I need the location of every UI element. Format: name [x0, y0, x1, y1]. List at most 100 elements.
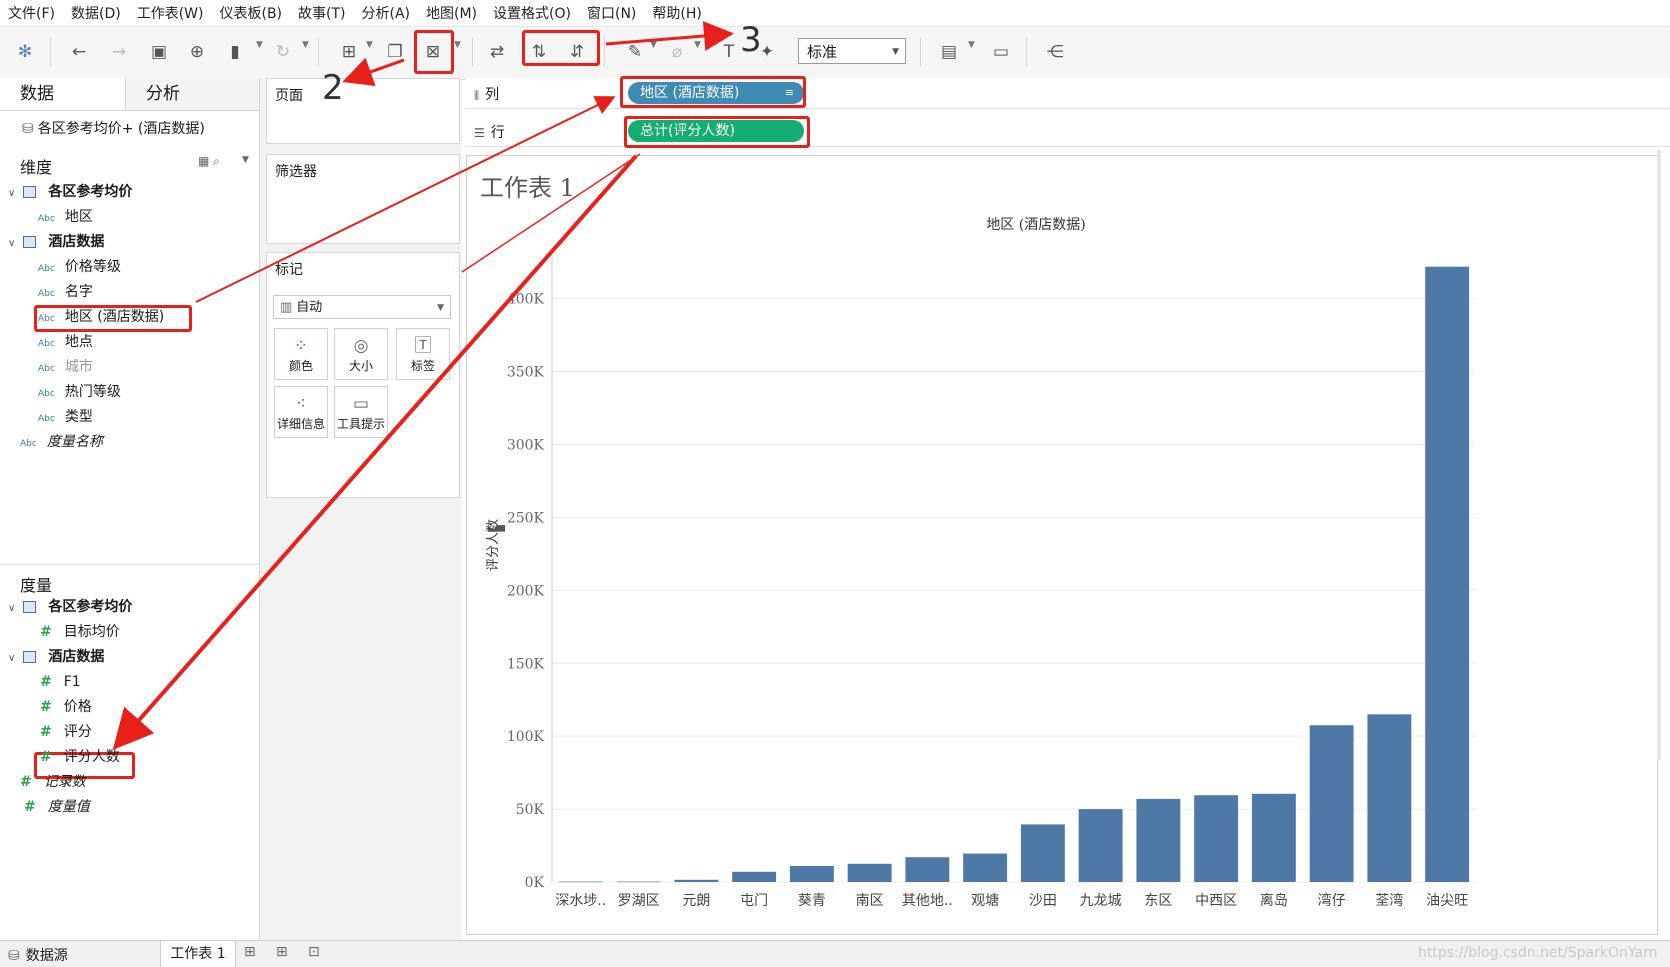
presentation-mode-icon[interactable]: ▭ [988, 39, 1014, 65]
show-labels-icon[interactable]: T [716, 39, 742, 65]
mea-group-2[interactable]: ∨ 酒店数据 [8, 645, 104, 669]
new-story-tab-icon[interactable]: ⊡ [308, 944, 320, 960]
x-tick-label[interactable]: 葵青 [798, 893, 826, 909]
menu-item-9[interactable]: 帮助(H) [644, 3, 709, 23]
save-icon[interactable]: ▣ [146, 39, 172, 65]
mea-field[interactable]: # 评分 [40, 720, 92, 744]
x-tick-label[interactable]: 离岛 [1260, 892, 1288, 909]
pause-updates-icon[interactable]: ▮ [222, 39, 248, 65]
bar[interactable] [789, 865, 834, 882]
mark-color-button[interactable]: ⁘ 颜色 [274, 328, 328, 380]
new-dashboard-tab-icon[interactable]: ⊞ [276, 944, 288, 960]
menu-item-1[interactable]: 数据(D) [63, 3, 129, 23]
x-tick-label[interactable]: 元朗 [682, 893, 710, 909]
bar[interactable] [616, 881, 661, 883]
x-tick-label[interactable]: 罗湖区 [618, 893, 660, 909]
bar[interactable] [1367, 714, 1412, 882]
dim-field[interactable]: Abc 地区 [38, 205, 93, 229]
pages-card[interactable]: 页面 [266, 78, 460, 144]
refresh-icon[interactable]: ↻ [270, 39, 296, 65]
x-tick-label[interactable]: 油尖旺 [1426, 893, 1468, 909]
bar[interactable] [1020, 824, 1065, 882]
bar[interactable] [1136, 798, 1181, 882]
mark-type-select[interactable]: ▥ 自动 ▼ [273, 295, 451, 319]
chart-title[interactable]: 地区 (酒店数据) [986, 217, 1085, 233]
bar[interactable] [1425, 266, 1470, 882]
bar[interactable] [732, 871, 777, 882]
dim-group-2[interactable]: ∨ 酒店数据 [8, 230, 104, 254]
mea-field[interactable]: # F1 [40, 670, 81, 694]
mea-field-values[interactable]: # 度量值 [24, 795, 90, 819]
bar[interactable] [847, 863, 892, 882]
mark-tooltip-button[interactable]: ▭ 工具提示 [334, 386, 388, 438]
vertical-scrollbar[interactable] [1657, 150, 1661, 760]
collapse-icon: ∨ [8, 603, 16, 614]
x-tick-label[interactable]: 深水埗.. [555, 893, 606, 909]
menu-item-5[interactable]: 分析(A) [354, 3, 419, 23]
x-tick-label[interactable]: 九龙城 [1080, 893, 1122, 909]
search-icon[interactable]: ▦ ⌕ [198, 154, 220, 169]
mea-field[interactable]: # 价格 [40, 695, 92, 719]
x-tick-label[interactable]: 南区 [856, 893, 884, 909]
mea-field[interactable]: # 目标均价 [40, 620, 120, 644]
dim-group-1[interactable]: ∨ 各区参考均价 [8, 180, 132, 204]
dim-field[interactable]: Abc 地区 (酒店数据) [38, 305, 164, 329]
bar[interactable] [1309, 725, 1354, 882]
tab-analysis[interactable]: 分析 [126, 78, 259, 110]
dim-field[interactable]: Abc 类型 [38, 405, 93, 429]
bar[interactable] [1251, 793, 1296, 882]
redo-icon[interactable]: → [106, 39, 132, 65]
dim-field[interactable]: Abc 热门等级 [38, 380, 121, 404]
new-worksheet-icon[interactable]: ⊞ [336, 39, 362, 65]
undo-icon[interactable]: ← [66, 39, 92, 65]
menu-item-2[interactable]: 工作表(W) [129, 3, 212, 23]
datasource-tab[interactable]: ⛁ 数据源 [8, 945, 68, 965]
dim-field[interactable]: Abc 地点 [38, 330, 93, 354]
new-worksheet-tab-icon[interactable]: ⊞ [244, 944, 256, 960]
dim-field[interactable]: Abc 价格等级 [38, 255, 121, 279]
tableau-logo-icon[interactable]: ✻ [12, 39, 38, 65]
chevron-down-icon[interactable]: ▼ [242, 155, 249, 165]
bar[interactable] [905, 857, 950, 882]
mea-field[interactable]: # 评分人数 [40, 745, 120, 769]
menu-item-7[interactable]: 设置格式(O) [485, 3, 579, 23]
show-cards-icon[interactable]: ▤ [936, 39, 962, 65]
mark-size-button[interactable]: ◎ 大小 [334, 328, 388, 380]
x-tick-label[interactable]: 荃湾 [1375, 892, 1403, 909]
menu-item-4[interactable]: 故事(T) [290, 3, 353, 23]
x-tick-label[interactable]: 东区 [1144, 893, 1172, 909]
menu-item-6[interactable]: 地图(M) [418, 3, 485, 23]
menu-item-0[interactable]: 文件(F) [0, 3, 63, 23]
menu-item-3[interactable]: 仪表板(B) [211, 3, 290, 23]
swap-rows-columns-icon[interactable]: ⇄ [484, 39, 510, 65]
highlight-icon[interactable]: ✎ [622, 39, 648, 65]
bar[interactable] [1194, 795, 1239, 882]
fit-select[interactable]: 标准 ▼ [798, 38, 906, 64]
mark-label-button[interactable]: 🅃 标签 [396, 328, 450, 380]
mark-detail-button[interactable]: ⁖ 详细信息 [274, 386, 328, 438]
bar[interactable] [963, 853, 1008, 882]
x-tick-label[interactable]: 中西区 [1195, 893, 1237, 909]
datasource-name[interactable]: ⛁ 各区参考均价+ (酒店数据) [22, 118, 205, 138]
x-tick-label[interactable]: 屯门 [740, 893, 768, 909]
new-datasource-icon[interactable]: ⊕ [184, 39, 210, 65]
mea-group-1[interactable]: ∨ 各区参考均价 [8, 595, 132, 619]
group-members-icon[interactable]: ⌀ [664, 39, 690, 65]
bar[interactable] [558, 881, 603, 883]
share-icon[interactable]: ⋲ [1042, 39, 1068, 65]
filters-card[interactable]: 筛选器 [266, 154, 460, 244]
x-tick-label[interactable]: 湾仔 [1318, 892, 1346, 909]
dim-field[interactable]: Abc 城市 [38, 355, 93, 379]
menu-item-8[interactable]: 窗口(N) [579, 3, 644, 23]
duplicate-sheet-icon[interactable]: ❐ [382, 39, 408, 65]
tab-data[interactable]: 数据 [0, 78, 126, 110]
x-tick-label[interactable]: 沙田 [1029, 893, 1057, 909]
sheet-tab[interactable]: 工作表 1 [160, 941, 236, 967]
mea-field-record-count[interactable]: # 记录数 [20, 770, 86, 794]
dim-field[interactable]: Abc 名字 [38, 280, 93, 304]
x-tick-label[interactable]: 观塘 [971, 893, 999, 909]
dim-field-measure-names[interactable]: Abc 度量名称 [20, 430, 103, 454]
bar[interactable] [1078, 809, 1123, 882]
bar[interactable] [674, 879, 719, 882]
x-tick-label[interactable]: 其他地.. [902, 893, 953, 909]
